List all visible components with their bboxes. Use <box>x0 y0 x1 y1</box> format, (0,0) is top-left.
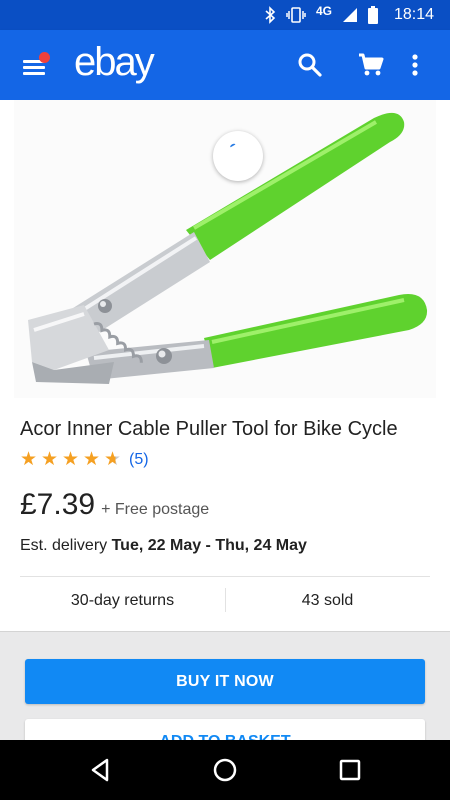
product-card: Acor Inner Cable Puller Tool for Bike Cy… <box>0 100 450 632</box>
menu-icon-line <box>23 72 45 75</box>
half-star-icon: ★ <box>104 449 125 471</box>
status-bar: 4G 18:14 <box>0 0 450 30</box>
menu-icon-line <box>23 66 45 69</box>
delivery-label: Est. delivery <box>20 537 112 554</box>
recents-icon[interactable] <box>335 755 365 785</box>
network-type: 4G <box>315 4 332 18</box>
battery-icon <box>367 6 378 24</box>
loading-spinner <box>213 131 263 181</box>
clock: 18:14 <box>393 6 434 23</box>
product-image[interactable] <box>14 100 436 398</box>
returns-info: 30-day returns <box>70 592 175 609</box>
divider <box>20 576 430 577</box>
postage-info: + Free postage <box>101 501 210 518</box>
search-icon[interactable] <box>295 50 325 80</box>
back-icon[interactable] <box>85 755 115 785</box>
home-icon[interactable] <box>210 755 240 785</box>
notification-dot <box>39 52 50 63</box>
system-nav-bar <box>0 740 450 800</box>
app-bar: ebay <box>0 30 450 100</box>
signal-icon <box>342 8 357 22</box>
price: £7.39 <box>20 488 96 521</box>
buy-it-now-button[interactable]: BUY IT NOW <box>25 659 425 704</box>
product-title: Acor Inner Cable Puller Tool for Bike Cy… <box>20 418 398 440</box>
price-row: £7.39 + Free postage <box>20 488 209 522</box>
bluetooth-icon <box>265 6 276 24</box>
more-options-icon[interactable] <box>408 50 422 80</box>
review-count[interactable]: (5) <box>129 451 149 469</box>
star-icon: ★ <box>20 449 38 470</box>
ebay-logo[interactable]: ebay <box>74 40 155 85</box>
star-icon: ★ <box>41 449 59 470</box>
delivery-estimate: Est. delivery Tue, 22 May - Thu, 24 May <box>20 537 307 555</box>
star-icon: ★ <box>62 449 80 470</box>
rating-stars[interactable]: ★ ★ ★ ★ ★ (5) <box>20 449 149 471</box>
menu-button[interactable] <box>20 52 50 78</box>
delivery-dates: Tue, 22 May - Thu, 24 May <box>111 537 307 554</box>
vibrate-icon <box>286 7 306 23</box>
star-icon: ★ <box>83 449 101 470</box>
sold-count: 43 sold <box>301 592 354 609</box>
cart-icon[interactable] <box>356 50 386 80</box>
